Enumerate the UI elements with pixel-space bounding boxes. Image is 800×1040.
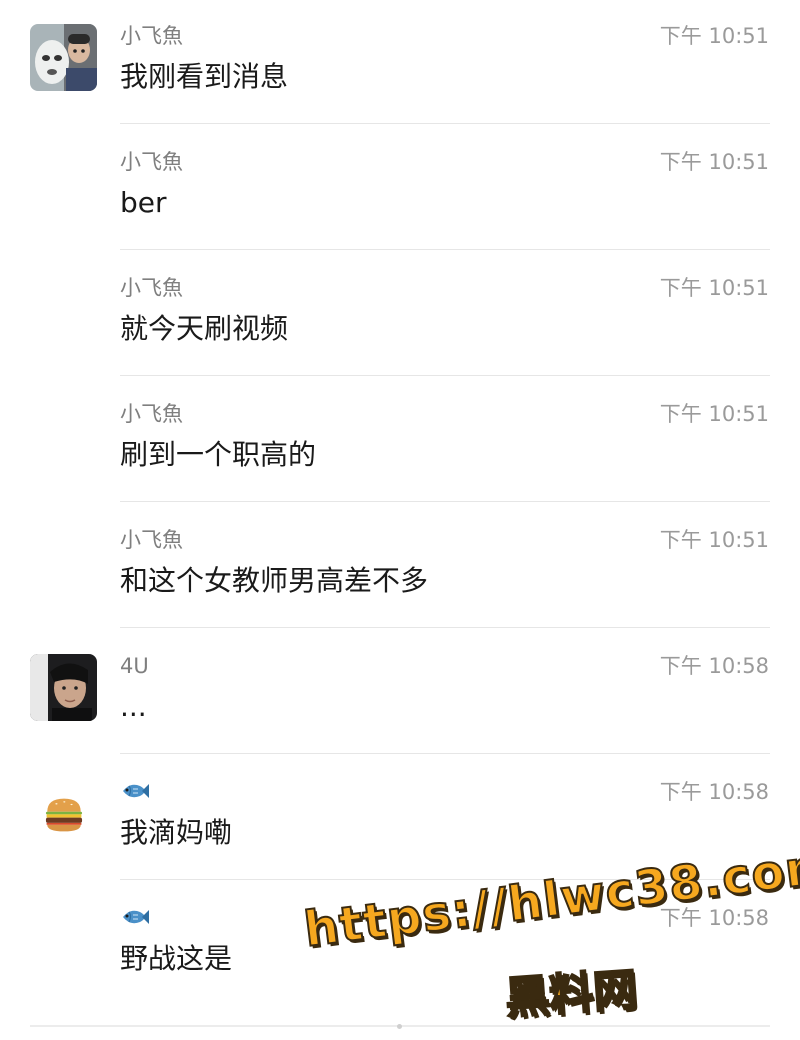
message-time: 下午 10:51 — [659, 528, 769, 552]
message-text: 我刚看到消息 — [120, 60, 289, 93]
fish-emoji-icon — [120, 780, 150, 802]
sender-name: 4U — [120, 654, 149, 678]
sender-name: 小飞魚 — [120, 402, 183, 426]
message-text: ber — [120, 186, 167, 219]
message-text: 和这个女教师男高差不多 — [120, 564, 429, 597]
sender-name: 小飞魚 — [120, 24, 183, 48]
divider — [120, 501, 770, 502]
message-item[interactable]: 下午 10:58 野战这是 — [0, 882, 800, 1008]
message-time: 下午 10:51 — [659, 276, 769, 300]
message-text: 我滴妈嘞 — [120, 816, 233, 849]
sender-name: 小飞魚 — [120, 528, 183, 552]
young-man-avatar[interactable] — [30, 654, 97, 721]
message-time: 下午 10:58 — [659, 654, 769, 678]
divider — [120, 123, 770, 124]
message-item[interactable]: 小飞魚 下午 10:51 和这个女教师男高差不多 — [0, 504, 800, 630]
divider — [120, 627, 770, 628]
divider — [120, 753, 770, 754]
message-time: 下午 10:58 — [659, 780, 769, 804]
message-text: ... — [120, 690, 147, 723]
message-item[interactable]: 小飞魚 下午 10:51 就今天刷视频 — [0, 252, 800, 378]
fish-emoji-icon — [120, 906, 150, 928]
chat-history: 小飞魚 下午 10:51 我刚看到消息 小飞魚 下午 10:51 ber 小飞魚… — [0, 0, 800, 1040]
message-item[interactable]: 4U 下午 10:58 ... — [0, 630, 800, 756]
divider — [120, 249, 770, 250]
message-time: 下午 10:51 — [659, 402, 769, 426]
message-text: 刷到一个职高的 — [120, 438, 317, 471]
message-text: 野战这是 — [120, 942, 233, 975]
masked-person-avatar[interactable] — [30, 24, 97, 91]
message-item[interactable]: 小飞魚 下午 10:51 我刚看到消息 — [0, 0, 800, 126]
message-item[interactable]: 小飞魚 下午 10:51 刷到一个职高的 — [0, 378, 800, 504]
message-time: 下午 10:51 — [659, 150, 769, 174]
message-text: 就今天刷视频 — [120, 312, 289, 345]
sender-name: 小飞魚 — [120, 150, 183, 174]
hamburger-emoji-avatar[interactable] — [30, 780, 97, 847]
scroll-indicator — [397, 1024, 402, 1029]
message-item[interactable]: 小飞魚 下午 10:51 ber — [0, 126, 800, 252]
sender-name: 小飞魚 — [120, 276, 183, 300]
divider — [120, 879, 770, 880]
divider — [120, 375, 770, 376]
message-time: 下午 10:51 — [659, 24, 769, 48]
message-item[interactable]: 下午 10:58 我滴妈嘞 — [0, 756, 800, 882]
message-time: 下午 10:58 — [659, 906, 769, 930]
